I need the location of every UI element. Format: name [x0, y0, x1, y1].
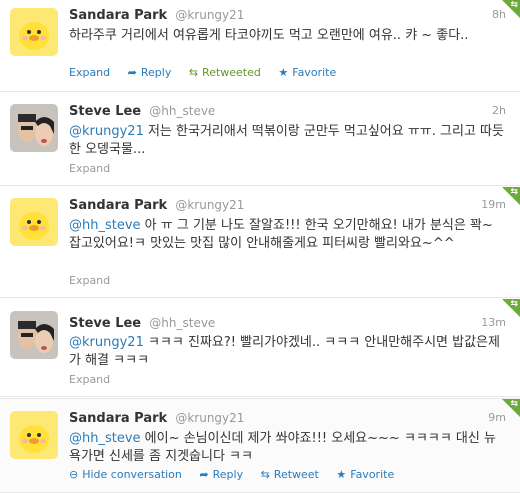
- reply-button[interactable]: ➦ Reply: [128, 66, 172, 79]
- expand-link[interactable]: Expand: [69, 274, 110, 287]
- author-name[interactable]: Sandara Park: [69, 411, 167, 426]
- tweet[interactable]: Sandara Park @krungy21 8h 하라주쿠 거리에서 여유롭게…: [0, 0, 520, 92]
- tweet-header: Sandara Park @krungy21 8h: [69, 8, 512, 26]
- favorite-button[interactable]: ★ Favorite: [336, 468, 394, 481]
- hide-conversation-label: Hide conversation: [82, 468, 182, 481]
- avatar-sandara[interactable]: [10, 411, 58, 459]
- duck-avatar-icon: [10, 8, 58, 56]
- retweet-corner-icon: ⇆: [502, 399, 520, 417]
- retweet-label: Retweet: [273, 468, 319, 481]
- reply-arrow-icon: ➦: [199, 468, 209, 481]
- tweet-actions: Expand ➦ Reply ⇆ Retweeted ★ Favorite: [69, 66, 350, 82]
- collapse-circle-icon: ⊖: [69, 468, 79, 481]
- mention-link[interactable]: @hh_steve: [69, 218, 141, 233]
- conversation-feed: Sandara Park @krungy21 8h 하라주쿠 거리에서 여유롭게…: [0, 0, 520, 493]
- author-name[interactable]: Sandara Park: [69, 198, 167, 213]
- hide-conversation-button[interactable]: ⊖ Hide conversation: [69, 468, 182, 481]
- author-handle[interactable]: @hh_steve: [149, 316, 215, 330]
- tweet[interactable]: Sandara Park @krungy21 19m @hh_steve 아 ㅠ…: [0, 187, 520, 298]
- mention-link[interactable]: @hh_steve: [69, 431, 141, 446]
- expand-link[interactable]: Expand: [69, 66, 110, 79]
- favorite-label: Favorite: [350, 468, 395, 481]
- tweet[interactable]: Steve Lee @hh_steve 13m @krungy21 ㅋㅋㅋ 진짜…: [0, 299, 520, 397]
- author-name[interactable]: Steve Lee: [69, 104, 141, 119]
- reply-arrow-icon: ➦: [127, 66, 137, 79]
- author-handle[interactable]: @krungy21: [175, 198, 244, 212]
- tweet-actions: Expand: [69, 162, 124, 178]
- tweet-header: Sandara Park @krungy21 19m: [69, 198, 512, 216]
- expand-link[interactable]: Expand: [69, 373, 110, 386]
- retweet-icon: ⇆: [188, 66, 199, 79]
- author-handle[interactable]: @krungy21: [175, 411, 244, 425]
- timestamp[interactable]: 13m: [481, 316, 506, 329]
- mention-link[interactable]: @krungy21: [69, 335, 144, 350]
- retweet-corner-icon: ⇆: [502, 187, 520, 205]
- tweet-text: @hh_steve 에이~ 손님이신데 제가 쏴야죠!!! 오세요~~~ ㅋㅋㅋ…: [69, 430, 506, 466]
- avatar-steve[interactable]: [10, 311, 58, 359]
- retweet-button[interactable]: ⇆ Retweet: [261, 468, 319, 481]
- timestamp[interactable]: 2h: [492, 104, 506, 117]
- retweet-corner-icon: ⇆: [502, 299, 520, 317]
- tweet-text: 하라주쿠 거리에서 여유롭게 타코야끼도 먹고 오랜만에 여유.. 캬 ~ 좋다…: [69, 27, 506, 45]
- photo-avatar-icon: [10, 104, 58, 152]
- tweet-actions: Expand: [69, 274, 124, 290]
- reply-button[interactable]: ➦ Reply: [199, 468, 243, 481]
- tweet[interactable]: Sandara Park @krungy21 9m @hh_steve 에이~ …: [0, 398, 520, 493]
- mention-link[interactable]: @krungy21: [69, 124, 144, 139]
- reply-label: Reply: [212, 468, 244, 481]
- retweet-corner-icon: ⇆: [502, 0, 520, 18]
- photo-avatar-icon: [10, 311, 58, 359]
- tweet-header: Steve Lee @hh_steve 13m: [69, 316, 512, 334]
- star-icon: ★: [336, 468, 347, 481]
- avatar-steve[interactable]: [10, 104, 58, 152]
- duck-avatar-icon: [10, 198, 58, 246]
- tweet-header: Sandara Park @krungy21 9m: [69, 411, 512, 429]
- reply-label: Reply: [140, 66, 172, 79]
- avatar-sandara[interactable]: [10, 8, 58, 56]
- avatar-sandara[interactable]: [10, 198, 58, 246]
- author-name[interactable]: Sandara Park: [69, 8, 167, 23]
- tweet-actions: ⊖ Hide conversation ➦ Reply ⇆ Retweet ★ Favo…: [69, 468, 408, 484]
- author-handle[interactable]: @krungy21: [175, 8, 244, 22]
- retweet-icon: ⇆: [260, 468, 270, 481]
- tweet-text: @hh_steve 아 ㅠ 그 기분 나도 잘알죠!!! 한국 오기만해요! 내…: [69, 217, 506, 253]
- retweeted-label: Retweeted: [202, 66, 261, 79]
- favorite-button[interactable]: ★ Favorite: [278, 66, 336, 79]
- favorite-label: Favorite: [292, 66, 337, 79]
- tweet-body: 하라주쿠 거리에서 여유롭게 타코야끼도 먹고 오랜만에 여유.. 캬 ~ 좋다…: [69, 28, 469, 43]
- expand-link[interactable]: Expand: [69, 162, 110, 175]
- tweet-header: Steve Lee @hh_steve 2h: [69, 104, 512, 122]
- duck-avatar-icon: [10, 411, 58, 459]
- tweet-text: @krungy21 ㅋㅋㅋ 진짜요?! 빨리가야겠네.. ㅋㅋㅋ 안내만해주시면…: [69, 334, 506, 370]
- tweet-text: @krungy21 저는 한국거리애서 떡볶이랑 군만두 먹고싶어요 ㅠㅠ. 그…: [69, 123, 506, 159]
- author-name[interactable]: Steve Lee: [69, 316, 141, 331]
- retweeted-button[interactable]: ⇆ Retweeted: [189, 66, 261, 79]
- author-handle[interactable]: @hh_steve: [149, 104, 215, 118]
- tweet[interactable]: Steve Lee @hh_steve 2h @krungy21 저는 한국거리…: [0, 93, 520, 186]
- tweet-actions: Expand: [69, 373, 124, 389]
- star-icon: ★: [278, 66, 289, 79]
